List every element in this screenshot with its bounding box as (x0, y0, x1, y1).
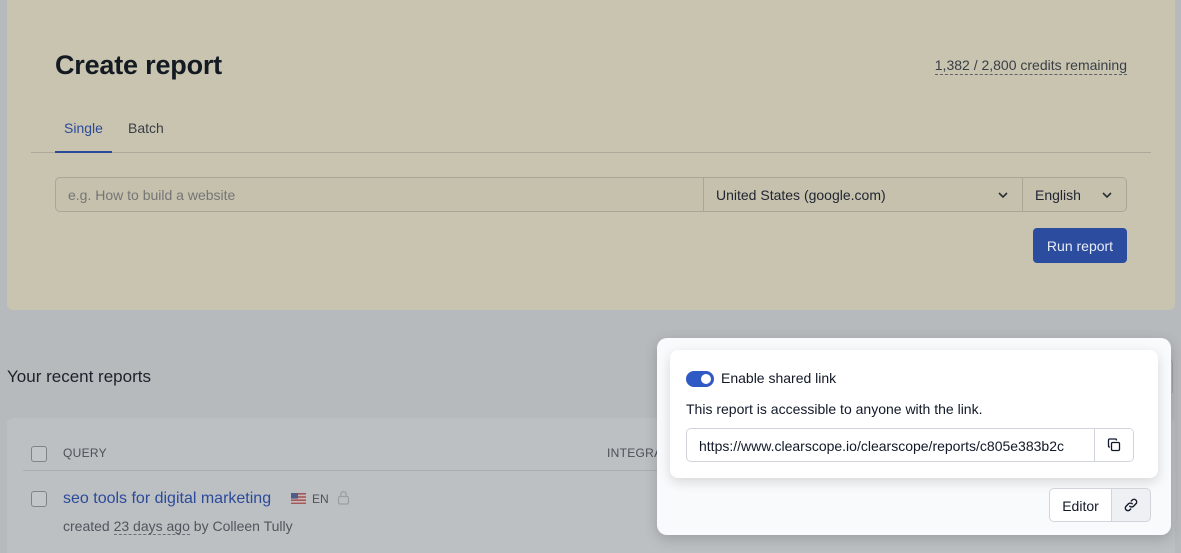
run-report-button[interactable]: Run report (1033, 228, 1127, 263)
chevron-down-icon (1102, 192, 1112, 199)
toggle-knob (701, 374, 711, 384)
us-flag-icon (291, 493, 306, 504)
credits-remaining[interactable]: 1,382 / 2,800 credits remaining (934, 57, 1127, 75)
select-all-checkbox[interactable] (31, 446, 47, 462)
report-created-meta: created 23 days ago by Colleen Tully (63, 518, 293, 535)
copy-link-button[interactable] (1094, 429, 1133, 461)
query-input[interactable] (55, 177, 704, 212)
shared-link-description: This report is accessible to anyone with… (686, 401, 983, 417)
created-ago: 23 days ago (113, 518, 190, 535)
shared-link-field[interactable]: https://www.clearscope.io/clearscope/rep… (686, 428, 1134, 462)
tab-batch[interactable]: Batch (128, 120, 164, 153)
enable-shared-link-label: Enable shared link (721, 370, 837, 386)
column-header-query: QUERY (63, 446, 107, 460)
report-query-link[interactable]: seo tools for digital marketing (63, 490, 271, 508)
row-checkbox[interactable] (31, 491, 47, 507)
report-language-code: EN (312, 492, 329, 506)
create-report-card: Create report 1,382 / 2,800 credits rema… (7, 0, 1175, 310)
link-icon (1124, 498, 1138, 512)
lock-icon (337, 491, 350, 505)
tab-single[interactable]: Single (55, 120, 112, 153)
language-select-value: English (1035, 187, 1081, 203)
created-prefix: created (63, 518, 110, 534)
shared-link-url[interactable]: https://www.clearscope.io/clearscope/rep… (699, 438, 1094, 454)
country-select-value: United States (google.com) (716, 187, 886, 203)
country-select[interactable]: United States (google.com) (703, 177, 1023, 212)
report-tabs: Single Batch (31, 112, 1151, 153)
language-select[interactable]: English (1022, 177, 1127, 212)
created-by: by Colleen Tully (193, 518, 293, 534)
share-link-popover: Enable shared link This report is access… (670, 350, 1158, 478)
recent-reports-title: Your recent reports (7, 367, 151, 386)
editor-button[interactable]: Editor (1049, 488, 1112, 522)
share-link-button[interactable] (1111, 488, 1151, 522)
share-popover-container: Enable shared link This report is access… (657, 338, 1171, 535)
chevron-down-icon (998, 192, 1008, 199)
copy-icon (1107, 438, 1121, 452)
page-title: Create report (55, 50, 222, 80)
enable-shared-link-toggle[interactable] (686, 371, 714, 387)
